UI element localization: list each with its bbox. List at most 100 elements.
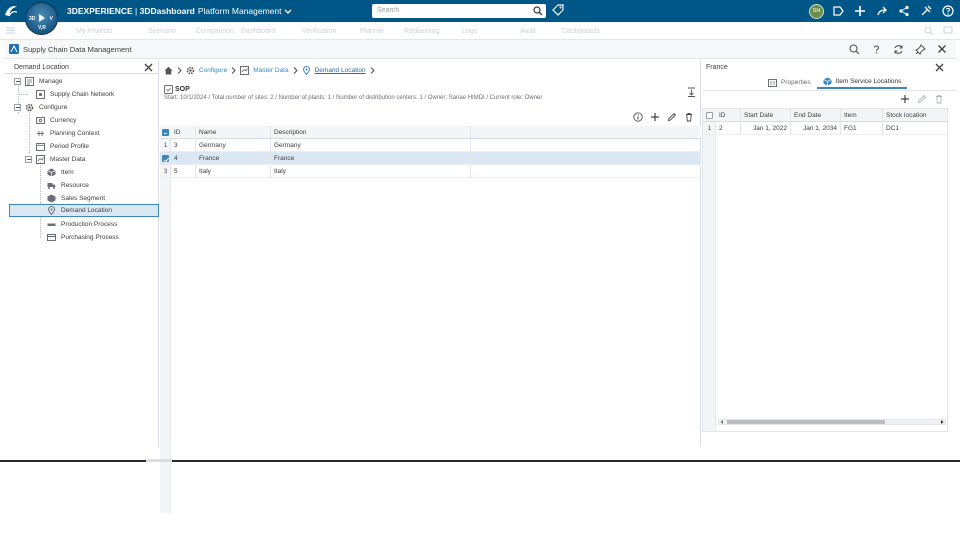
select-all-checkbox[interactable] (706, 112, 713, 119)
tree-node-manage[interactable]: Manage (14, 75, 63, 87)
tree-label: Purchasing Process (61, 233, 119, 241)
tree-node-period-profile[interactable]: Period Profile (36, 140, 89, 152)
tab-item-service-locations[interactable]: Item Service Locations (816, 76, 908, 89)
breadcrumb-demand-location[interactable]: Demand Location (315, 67, 366, 74)
tools-icon[interactable] (918, 3, 934, 19)
table-row-selected[interactable]: 4 France France (160, 152, 701, 165)
tree-node-sales-segment[interactable]: Sales Segment (47, 192, 105, 204)
info-icon[interactable] (633, 112, 643, 122)
edit-icon[interactable] (917, 94, 927, 104)
close-icon[interactable] (144, 63, 153, 72)
close-icon[interactable] (935, 63, 944, 72)
tree-node-planning-context[interactable]: Planning Context (36, 127, 100, 139)
location-pin-icon (302, 66, 311, 75)
tree-label: Currency (50, 116, 77, 124)
search-icon[interactable] (533, 6, 543, 16)
table-row[interactable]: 3 5 Italy Italy (160, 165, 701, 178)
chevron-down-icon[interactable] (284, 9, 292, 15)
grid-toolbar (633, 112, 694, 122)
sales-segment-icon (47, 194, 56, 203)
column-header-start-date[interactable]: Start Date (741, 109, 791, 122)
tree-node-resource[interactable]: Resource (47, 179, 89, 191)
hamburger-icon[interactable] (6, 27, 15, 34)
tab-ghost-6[interactable]: Planner (360, 28, 384, 35)
tab-ghost-7[interactable]: Replanning (404, 28, 439, 35)
share-arrow-icon[interactable] (874, 3, 890, 19)
tab-label: Properties (781, 79, 811, 86)
ghost-chat-icon[interactable] (943, 26, 953, 36)
tree-node-master-data[interactable]: Master Data (25, 153, 85, 165)
delete-icon[interactable] (934, 94, 944, 104)
cell-item: FG1 (841, 122, 883, 135)
tree-node-currency[interactable]: Currency (36, 114, 76, 126)
tab-ghost-3[interactable]: Comparison (196, 28, 234, 35)
bottom-divider-marker (146, 459, 172, 462)
table-row[interactable]: 1 2 Jan 1, 2022 Jan 1, 2034 FG1 DC1 (703, 122, 947, 135)
tree-node-production-process[interactable]: Production Process (47, 218, 117, 230)
tree-node-configure[interactable]: Configure (14, 101, 67, 113)
tree-label: Master Data (50, 155, 86, 163)
brand-title[interactable]: 3DEXPERIENCE | 3DDashboard Platform Manag… (67, 6, 292, 16)
collapse-toggle[interactable] (14, 103, 21, 111)
tag-icon[interactable] (552, 4, 564, 16)
close-icon[interactable] (936, 43, 948, 55)
tree-label: Manage (39, 77, 63, 85)
select-all-checkbox[interactable] (162, 129, 169, 136)
search-input[interactable]: Search (377, 7, 399, 14)
column-header-id[interactable]: ID (171, 126, 196, 139)
scroll-right-icon[interactable] (940, 420, 944, 424)
avatar[interactable]: SH (809, 3, 824, 19)
row-checkbox[interactable] (162, 155, 169, 162)
add-icon[interactable] (900, 94, 910, 104)
tree-node-purchasing-process[interactable]: Purchasing Process (47, 231, 119, 243)
collapse-toggle[interactable] (14, 77, 21, 85)
collapse-toggle[interactable] (25, 155, 32, 163)
search-icon[interactable] (848, 43, 860, 55)
column-header-id[interactable]: ID (716, 109, 741, 122)
gear-icon (186, 66, 195, 75)
home-icon[interactable] (164, 66, 173, 75)
add-icon[interactable] (650, 112, 660, 122)
tab-ghost-2[interactable]: Scenario (148, 28, 176, 35)
breadcrumb-configure[interactable]: Configure (199, 67, 227, 74)
compass-icon[interactable]: 3D V V,R (25, 2, 58, 35)
add-icon[interactable] (852, 3, 868, 19)
breadcrumb-master-data[interactable]: Master Data (253, 67, 288, 74)
tree-label: Resource (61, 181, 89, 189)
tab-ghost-1[interactable]: My Projects (76, 28, 113, 35)
label-tag-icon[interactable] (830, 3, 846, 19)
help-icon[interactable] (940, 3, 956, 19)
column-header-end-date[interactable]: End Date (791, 109, 841, 122)
edit-icon[interactable] (667, 112, 677, 122)
tab-properties[interactable]: Properties (762, 76, 817, 89)
details-toolbar (900, 94, 944, 104)
search-box[interactable]: Search (372, 4, 546, 18)
horizontal-scrollbar[interactable] (718, 419, 946, 425)
pin-icon[interactable] (914, 43, 926, 55)
delete-icon[interactable] (684, 112, 694, 122)
cell-name: France (196, 152, 271, 165)
refresh-icon[interactable] (892, 43, 904, 55)
scenario-title: SOP (175, 86, 190, 93)
tree-node-item[interactable]: Item (47, 166, 74, 178)
tab-ghost-8[interactable]: Logs (462, 28, 477, 35)
ghost-search-icon[interactable] (924, 26, 934, 36)
scrollbar-thumb[interactable] (727, 420, 885, 424)
tab-ghost-10[interactable]: Dashboards (562, 28, 600, 35)
share-network-icon[interactable] (896, 3, 912, 19)
table-row[interactable]: 1 3 Germany Germany (160, 139, 701, 152)
tree-node-demand-location[interactable]: Demand Location (9, 204, 159, 217)
column-header-description[interactable]: Description (271, 126, 471, 139)
help-icon[interactable] (870, 43, 882, 55)
tab-ghost-9[interactable]: Audit (520, 28, 536, 35)
column-header-stock-location[interactable]: Stock location (883, 109, 947, 122)
collapse-info-icon[interactable] (687, 87, 696, 97)
tree-node-supply-chain-network[interactable]: Supply Chain Network (36, 88, 114, 100)
grid-header-row: ID Name Description (160, 126, 701, 139)
column-header-item[interactable]: Item (841, 109, 883, 122)
tab-ghost-5[interactable]: Verification (302, 28, 336, 35)
tab-ghost-4[interactable]: Dashboard (241, 28, 275, 35)
column-header-name[interactable]: Name (196, 126, 271, 139)
scroll-left-icon[interactable] (720, 420, 724, 424)
dassault-logo-icon[interactable] (3, 3, 19, 19)
